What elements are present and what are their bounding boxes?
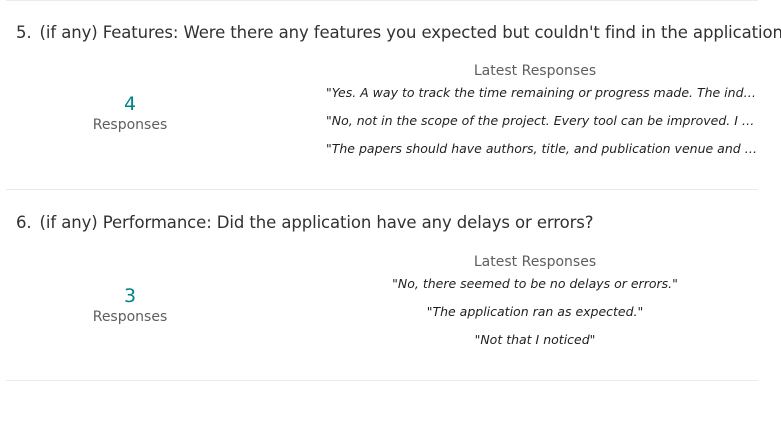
latest-responses: Latest Responses "No, there seemed to be…	[320, 252, 760, 360]
latest-response-item: "Yes. A way to track the time remaining …	[326, 85, 758, 100]
question-title: 6. (if any) Performance: Did the applicat…	[16, 213, 594, 232]
latest-response-item: "Not that I noticed"	[474, 332, 596, 347]
question-card-6: 6. (if any) Performance: Did the applicat…	[0, 191, 781, 381]
response-count: 3	[123, 285, 137, 307]
response-count-label: Responses	[92, 117, 168, 133]
question-divider	[6, 380, 758, 381]
question-text: (if any) Performance: Did the applicatio…	[39, 213, 594, 232]
response-count: 4	[123, 93, 137, 115]
response-count-label: Responses	[92, 309, 168, 325]
response-count-block: 3 Responses	[80, 285, 180, 327]
latest-response-item: "The application ran as expected."	[426, 304, 644, 319]
question-title: 5. (if any) Features: Were there any feat…	[16, 23, 781, 42]
latest-responses-heading: Latest Responses	[473, 63, 597, 79]
question-number: 5.	[16, 23, 32, 42]
latest-response-item: "No, not in the scope of the project. Ev…	[326, 113, 758, 128]
latest-response-item: "No, there seemed to be no delays or err…	[392, 276, 678, 291]
question-number: 6.	[16, 213, 32, 232]
question-text: (if any) Features: Were there any featur…	[39, 23, 781, 42]
question-divider	[6, 189, 758, 190]
latest-response-item: "The papers should have authors, title, …	[326, 141, 758, 156]
question-card-5: 5. (if any) Features: Were there any feat…	[0, 0, 781, 190]
response-count-block: 4 Responses	[80, 93, 180, 135]
latest-responses: Latest Responses "Yes. A way to track th…	[320, 61, 760, 169]
latest-responses-heading: Latest Responses	[473, 254, 597, 270]
